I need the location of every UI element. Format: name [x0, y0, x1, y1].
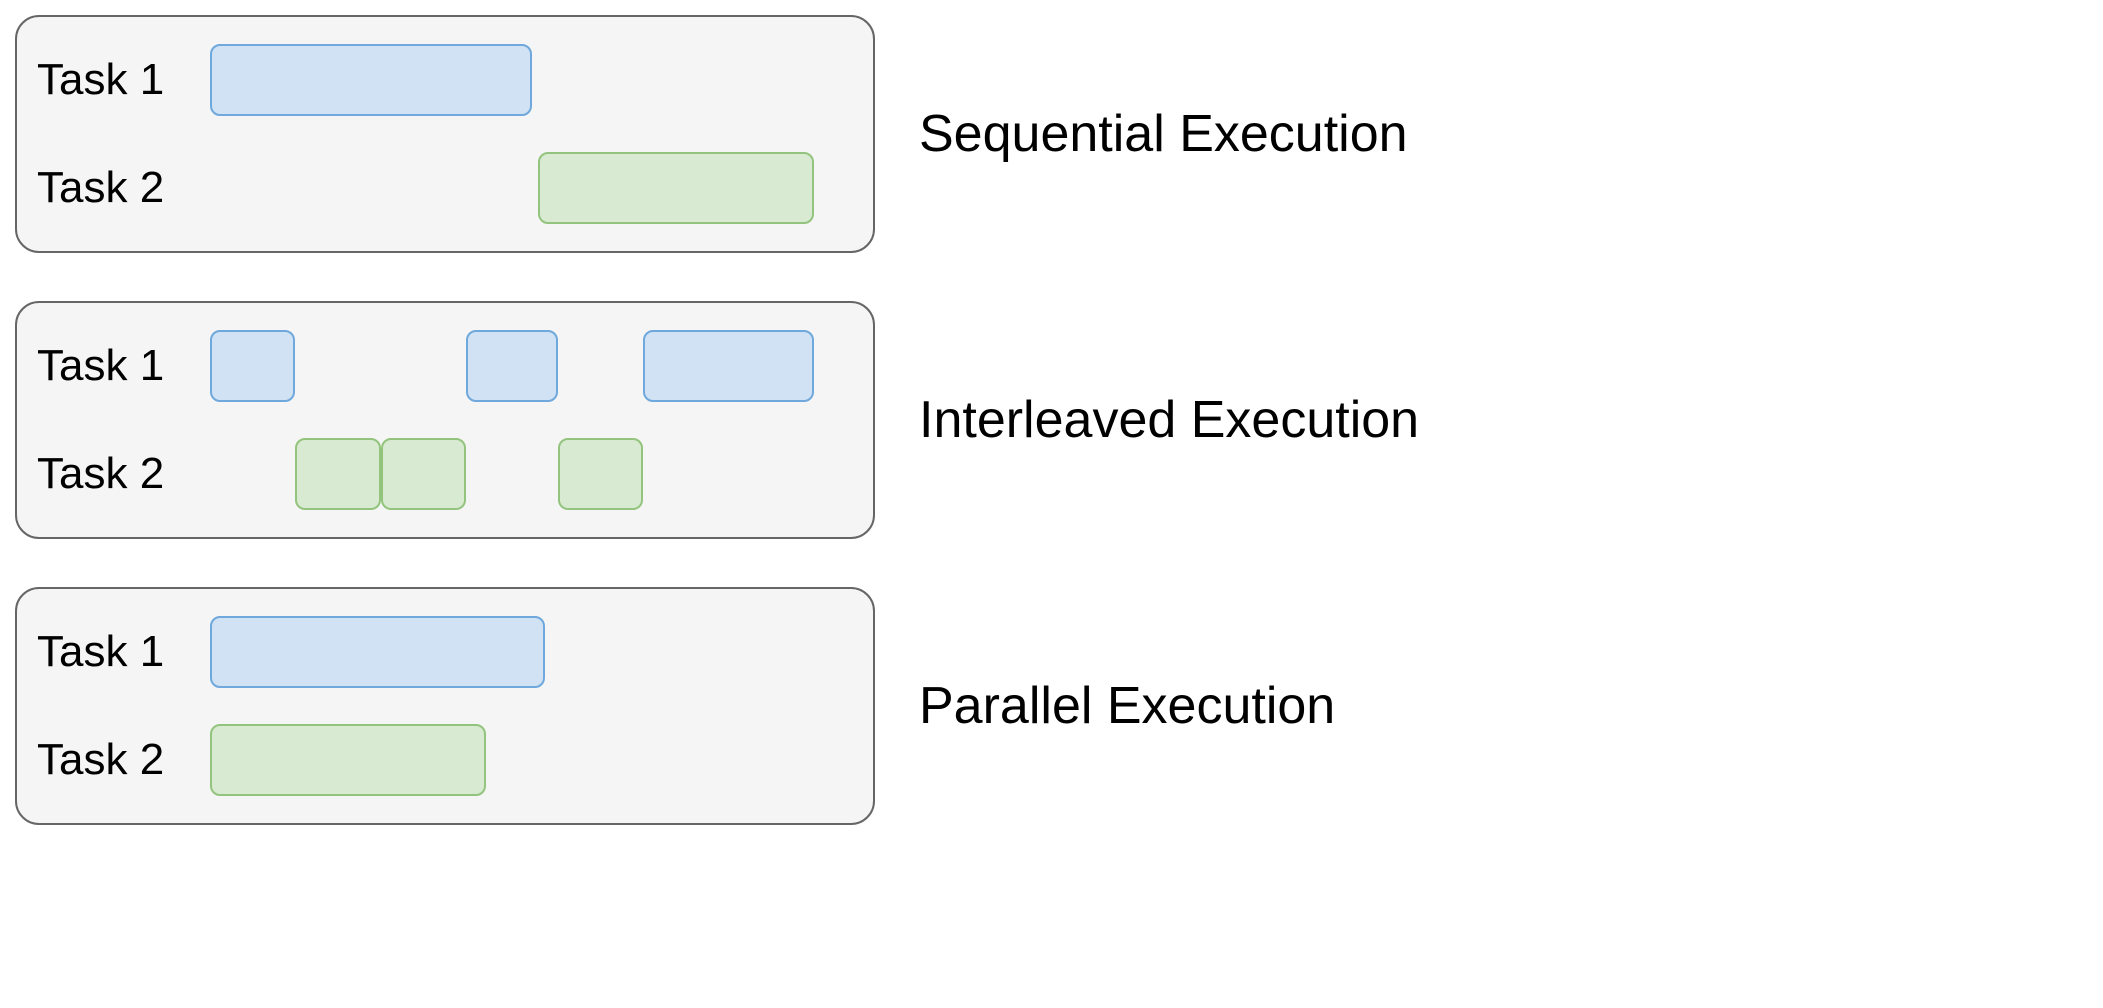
- diagram-row: Task 1 Task 2 Interleaved Execution: [15, 301, 2088, 539]
- task-bar-blue: [466, 330, 558, 402]
- task-bar-blue: [643, 330, 814, 402]
- diagram-row: Task 1 Task 2 Sequential Execution: [15, 15, 2088, 253]
- task-label: Task 2: [37, 449, 197, 499]
- execution-panel: Task 1 Task 2: [15, 301, 875, 539]
- task-bar-blue: [210, 330, 295, 402]
- panel-title: Parallel Execution: [919, 676, 1335, 736]
- task-bar-green: [210, 724, 486, 796]
- task-timeline: [197, 330, 853, 402]
- task-bar-green: [538, 152, 814, 224]
- task-row: Task 1: [37, 321, 853, 411]
- task-timeline: [197, 44, 853, 116]
- task-timeline: [197, 616, 853, 688]
- task-row: Task 1: [37, 35, 853, 125]
- task-bar-blue: [210, 616, 545, 688]
- panel-title: Sequential Execution: [919, 104, 1408, 164]
- task-row: Task 2: [37, 715, 853, 805]
- task-bar-green: [558, 438, 643, 510]
- task-row: Task 2: [37, 143, 853, 233]
- execution-panel: Task 1 Task 2: [15, 587, 875, 825]
- task-bar-green: [381, 438, 466, 510]
- task-bar-blue: [210, 44, 531, 116]
- task-timeline: [197, 438, 853, 510]
- task-label: Task 2: [37, 735, 197, 785]
- task-row: Task 1: [37, 607, 853, 697]
- panel-title: Interleaved Execution: [919, 390, 1419, 450]
- task-label: Task 1: [37, 627, 197, 677]
- task-timeline: [197, 152, 853, 224]
- diagram-row: Task 1 Task 2 Parallel Execution: [15, 587, 2088, 825]
- task-label: Task 2: [37, 163, 197, 213]
- task-label: Task 1: [37, 341, 197, 391]
- execution-panel: Task 1 Task 2: [15, 15, 875, 253]
- task-row: Task 2: [37, 429, 853, 519]
- execution-diagram: Task 1Task 2Sequential ExecutionTask 1Ta…: [15, 15, 2088, 825]
- task-bar-green: [295, 438, 380, 510]
- task-timeline: [197, 724, 853, 796]
- task-label: Task 1: [37, 55, 197, 105]
